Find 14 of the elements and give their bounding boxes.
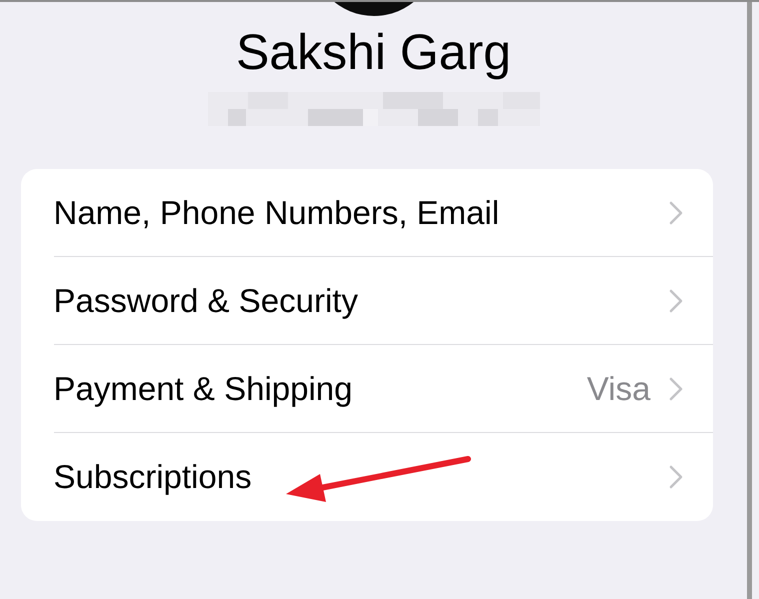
- row-label: Password & Security: [54, 282, 358, 320]
- row-label: Name, Phone Numbers, Email: [54, 194, 500, 232]
- chevron-icon: [668, 465, 682, 489]
- settings-row[interactable]: Password & Security: [54, 257, 712, 345]
- profile-name: Sakshi Garg: [236, 23, 512, 82]
- settings-row[interactable]: Payment & Shipping Visa: [54, 345, 712, 433]
- row-label: Payment & Shipping: [54, 370, 353, 408]
- chevron-icon: [668, 200, 682, 224]
- chevron-icon: [668, 288, 682, 312]
- row-label: Subscriptions: [54, 458, 252, 496]
- row-value: Visa: [586, 370, 650, 408]
- chevron-icon: [668, 376, 682, 400]
- settings-row[interactable]: Subscriptions: [54, 433, 712, 521]
- settings-row[interactable]: Name, Phone Numbers, Email: [54, 169, 712, 257]
